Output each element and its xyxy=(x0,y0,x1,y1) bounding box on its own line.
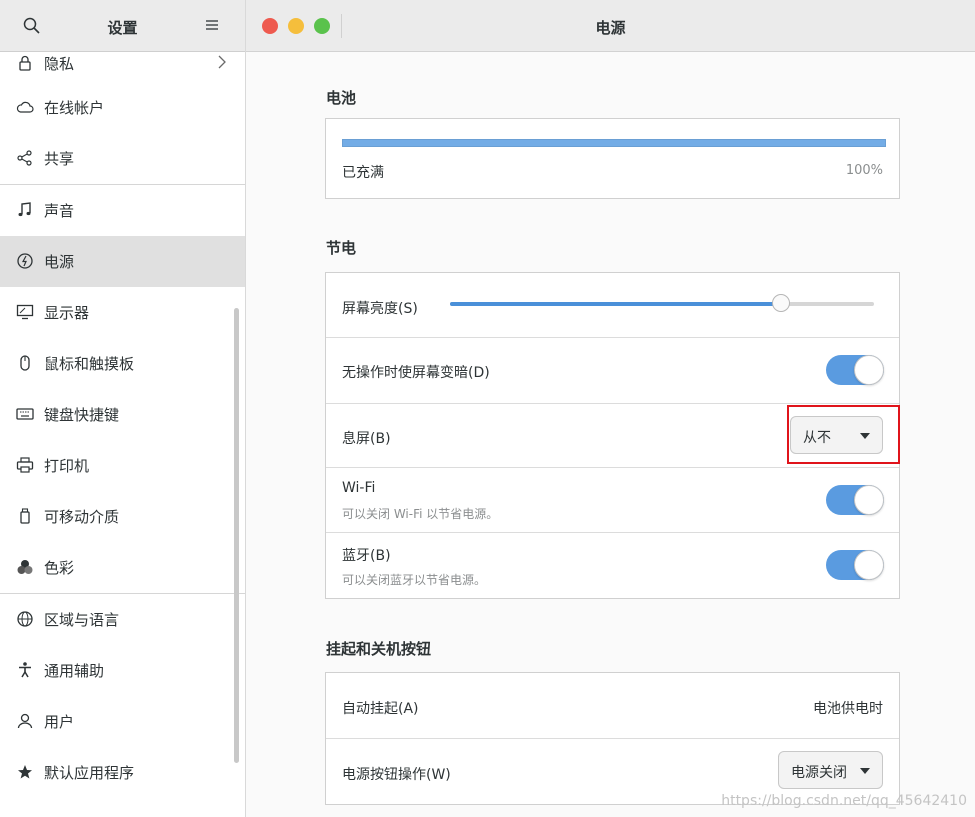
sidebar-item-label: 默认应用程序 xyxy=(44,764,135,782)
main-header: 电源 xyxy=(246,0,975,52)
sidebar-item-default-apps[interactable]: 默认应用程序 xyxy=(0,747,245,798)
suspend-panel: 自动挂起(A) 电池供电时 电源按钮操作(W) 电源关闭 xyxy=(325,672,900,805)
lock-icon xyxy=(19,55,31,71)
bluetooth-sublabel: 可以关闭蓝牙以节省电源。 xyxy=(342,573,487,587)
music-note-icon xyxy=(18,202,31,217)
menu-icon[interactable] xyxy=(204,17,220,33)
brightness-slider-fill xyxy=(450,302,781,306)
power-button-dropdown[interactable]: 电源关闭 xyxy=(778,751,883,789)
power-button-value: 电源关闭 xyxy=(791,765,847,781)
star-icon xyxy=(18,765,32,779)
sidebar-item-printers[interactable]: 打印机 xyxy=(0,440,245,491)
auto-suspend-row[interactable]: 自动挂起(A) 电池供电时 xyxy=(326,673,899,739)
keyboard-icon xyxy=(16,408,34,420)
page-title: 电源 xyxy=(595,19,626,37)
power-panel: 电池 已充满 100% 节电 屏幕亮度(S) 无操作时使屏幕变暗(D) 息屏(B… xyxy=(246,52,975,817)
battery-section-title: 电池 xyxy=(326,89,357,107)
sidebar-item-privacy[interactable]: 隐私 xyxy=(0,52,245,82)
settings-window: 设置 隐私 在线帐户 共享 声音 电源 显示器 鼠标和触摸板 键盘快捷键 打印机… xyxy=(0,0,975,817)
bluetooth-label: 蓝牙(B) xyxy=(342,548,391,564)
highlight-box xyxy=(787,405,900,464)
accessibility-icon xyxy=(19,662,31,678)
sidebar-item-users[interactable]: 用户 xyxy=(0,696,245,747)
battery-percent: 100% xyxy=(845,163,883,178)
mouse-icon xyxy=(20,355,30,371)
chevron-right-icon xyxy=(218,55,226,69)
sidebar-item-label: 打印机 xyxy=(44,457,90,475)
sidebar-item-label: 声音 xyxy=(44,202,75,220)
brightness-slider[interactable] xyxy=(450,294,874,312)
sidebar-item-label: 通用辅助 xyxy=(44,662,105,680)
wifi-sublabel: 可以关闭 Wi-Fi 以节省电源。 xyxy=(342,507,499,521)
removable-media-icon xyxy=(20,508,30,524)
user-icon xyxy=(17,713,33,729)
toggle-knob xyxy=(854,550,884,580)
sidebar-item-label: 在线帐户 xyxy=(44,99,105,117)
bluetooth-toggle[interactable] xyxy=(826,550,884,580)
sidebar-item-label: 鼠标和触摸板 xyxy=(44,355,135,373)
brightness-row: 屏幕亮度(S) xyxy=(326,273,899,338)
auto-suspend-label: 自动挂起(A) xyxy=(342,701,419,717)
brightness-label: 屏幕亮度(S) xyxy=(342,301,418,317)
wifi-label: Wi-Fi xyxy=(342,480,376,496)
sidebar-scrollbar[interactable] xyxy=(234,308,239,763)
sidebar-item-accessibility[interactable]: 通用辅助 xyxy=(0,645,245,696)
brightness-slider-knob[interactable] xyxy=(771,294,790,312)
sidebar-item-label: 色彩 xyxy=(44,559,75,577)
sidebar-item-sharing[interactable]: 共享 xyxy=(0,133,245,184)
sidebar-item-label: 用户 xyxy=(44,713,75,731)
battery-level-fill xyxy=(343,140,885,146)
sidebar-item-color[interactable]: 色彩 xyxy=(0,542,245,593)
display-icon xyxy=(16,304,34,320)
battery-level-bar xyxy=(342,139,886,147)
sidebar-item-removable-media[interactable]: 可移动介质 xyxy=(0,491,245,542)
sidebar-item-label: 可移动介质 xyxy=(44,508,120,526)
battery-panel: 已充满 100% xyxy=(325,118,900,199)
share-icon xyxy=(17,150,32,166)
bluetooth-row: 蓝牙(B) 可以关闭蓝牙以节省电源。 xyxy=(326,533,899,598)
sidebar-item-keyboard-shortcuts[interactable]: 键盘快捷键 xyxy=(0,389,245,440)
sidebar-list: 隐私 在线帐户 共享 声音 电源 显示器 鼠标和触摸板 键盘快捷键 打印机 可移… xyxy=(0,52,245,798)
sidebar-item-region-language[interactable]: 区域与语言 xyxy=(0,594,245,645)
printer-icon xyxy=(16,457,34,473)
globe-icon xyxy=(17,611,33,627)
toggle-knob xyxy=(854,485,884,515)
sidebar-item-label: 区域与语言 xyxy=(44,611,120,629)
cloud-icon xyxy=(16,101,34,113)
watermark: https://blog.csdn.net/qq_45642410 xyxy=(721,793,967,809)
wifi-row: Wi-Fi 可以关闭 Wi-Fi 以节省电源。 xyxy=(326,468,899,533)
wifi-toggle[interactable] xyxy=(826,485,884,515)
auto-suspend-value: 电池供电时 xyxy=(813,701,883,717)
blank-screen-label: 息屏(B) xyxy=(342,431,391,447)
power-icon xyxy=(17,253,33,269)
battery-status: 已充满 xyxy=(342,165,384,181)
sidebar-item-label: 电源 xyxy=(44,253,75,271)
sidebar: 设置 隐私 在线帐户 共享 声音 电源 显示器 鼠标和触摸板 键盘快捷键 打印机… xyxy=(0,0,246,817)
dropdown-caret-icon xyxy=(860,768,870,774)
dim-screen-label: 无操作时使屏幕变暗(D) xyxy=(342,365,490,381)
sidebar-item-power[interactable]: 电源 xyxy=(0,236,245,287)
power-saving-section-title: 节电 xyxy=(326,239,357,257)
sidebar-item-online-accounts[interactable]: 在线帐户 xyxy=(0,82,245,133)
sidebar-item-mouse-touchpad[interactable]: 鼠标和触摸板 xyxy=(0,338,245,389)
sidebar-item-label: 键盘快捷键 xyxy=(44,406,120,424)
suspend-section-title: 挂起和关机按钮 xyxy=(326,640,432,658)
dim-screen-toggle[interactable] xyxy=(826,355,884,385)
sidebar-item-displays[interactable]: 显示器 xyxy=(0,287,245,338)
toggle-knob xyxy=(854,355,884,385)
sidebar-item-label: 显示器 xyxy=(44,304,90,322)
dim-screen-row: 无操作时使屏幕变暗(D) xyxy=(326,338,899,404)
sidebar-item-label: 隐私 xyxy=(44,55,75,73)
color-icon xyxy=(17,560,33,574)
power-button-label: 电源按钮操作(W) xyxy=(342,767,451,783)
sidebar-header: 设置 xyxy=(0,0,245,52)
sidebar-item-sound[interactable]: 声音 xyxy=(0,185,245,236)
sidebar-item-label: 共享 xyxy=(44,150,75,168)
